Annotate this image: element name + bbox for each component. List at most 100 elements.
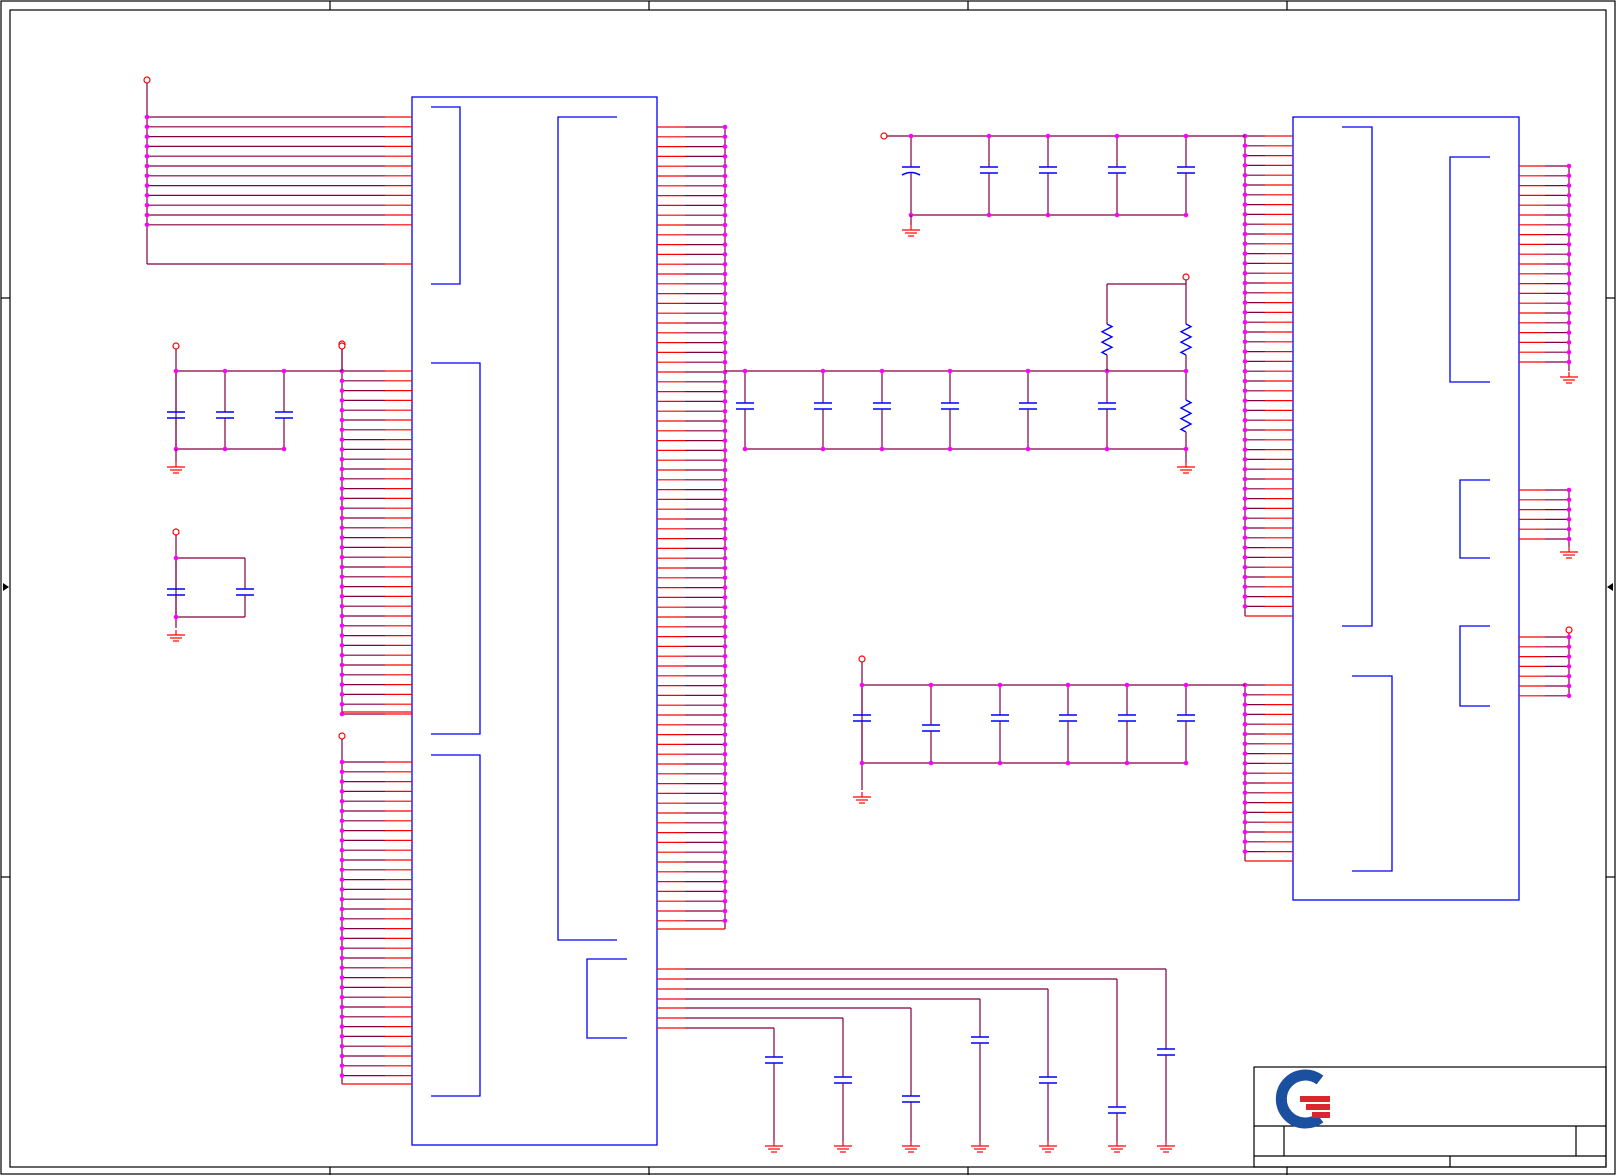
junction-dot bbox=[1025, 368, 1031, 374]
junction-dot bbox=[339, 975, 345, 980]
capacitor bbox=[1059, 714, 1077, 722]
junction-dot bbox=[722, 506, 728, 512]
junction-dot bbox=[722, 732, 728, 737]
junction-dot bbox=[1566, 340, 1572, 345]
junction-dot bbox=[722, 261, 728, 267]
junction-dot bbox=[339, 1073, 345, 1078]
junction-dot bbox=[722, 222, 728, 228]
junction-dot bbox=[1242, 555, 1248, 560]
junction-dot bbox=[722, 408, 728, 414]
junction-dot bbox=[1566, 232, 1572, 237]
junction-dot bbox=[339, 574, 345, 580]
capacitor bbox=[902, 1095, 920, 1103]
junction-dot bbox=[1566, 693, 1572, 699]
junction-dot bbox=[1183, 212, 1189, 218]
junction-dot bbox=[722, 722, 728, 728]
junction-dot bbox=[339, 759, 345, 765]
junction-dot bbox=[722, 702, 728, 708]
power-port-symbol bbox=[858, 655, 866, 663]
junction-dot bbox=[1242, 212, 1248, 217]
junction-dot bbox=[339, 564, 345, 570]
junction-dot bbox=[1242, 574, 1248, 580]
junction-dot bbox=[722, 800, 728, 806]
junction-dot bbox=[986, 133, 992, 139]
junction-dot bbox=[1242, 231, 1248, 237]
capacitor bbox=[736, 402, 754, 410]
junction-dot bbox=[722, 604, 728, 610]
junction-dot bbox=[722, 477, 728, 483]
junction-dot bbox=[742, 368, 748, 374]
junction-dot bbox=[144, 183, 150, 188]
junction-dot bbox=[339, 466, 345, 472]
junction-dot bbox=[879, 368, 885, 374]
junction-dot bbox=[339, 1004, 345, 1010]
junction-dot bbox=[339, 828, 345, 833]
junction-dot bbox=[339, 936, 345, 941]
junction-dot bbox=[722, 683, 728, 688]
junction-dot bbox=[722, 771, 728, 777]
junction-dot bbox=[1566, 330, 1572, 335]
junction-dot bbox=[1242, 515, 1248, 521]
junction-dot bbox=[722, 555, 728, 561]
junction-dot bbox=[339, 456, 345, 462]
junction-dot bbox=[1242, 800, 1248, 805]
junction-dot bbox=[722, 830, 728, 835]
junction-dot bbox=[144, 153, 150, 159]
junction-dot bbox=[1242, 280, 1248, 286]
junction-dot bbox=[1242, 241, 1248, 247]
junction-dot bbox=[1045, 133, 1051, 139]
junction-dot bbox=[339, 955, 345, 961]
capacitor bbox=[1118, 714, 1136, 722]
junction-dot bbox=[1566, 242, 1572, 247]
junction-dot bbox=[722, 673, 728, 679]
junction-dot bbox=[1242, 780, 1248, 786]
junction-dot bbox=[722, 457, 728, 463]
junction-dot bbox=[722, 183, 728, 189]
junction-dot bbox=[339, 407, 345, 413]
junction-dot bbox=[722, 869, 728, 875]
junction-dot bbox=[722, 526, 728, 532]
junction-dot bbox=[1242, 839, 1248, 845]
junction-dot bbox=[1242, 368, 1248, 374]
schematic-sheet bbox=[0, 0, 1616, 1175]
resistor bbox=[1179, 323, 1193, 356]
power-port-symbol bbox=[880, 132, 888, 140]
junction-dot bbox=[339, 633, 345, 638]
junction-dot bbox=[997, 682, 1003, 688]
junction-dot bbox=[1242, 339, 1248, 345]
junction-dot bbox=[1242, 525, 1248, 531]
junction-dot bbox=[722, 389, 728, 394]
junction-dot bbox=[1566, 222, 1572, 228]
junction-dot bbox=[339, 1034, 345, 1039]
junction-dot bbox=[1183, 682, 1189, 688]
junction-dot bbox=[1242, 721, 1248, 727]
junction-dot bbox=[1242, 437, 1248, 443]
junction-dot bbox=[173, 555, 179, 561]
junction-dot bbox=[1566, 271, 1572, 277]
junction-dot bbox=[1242, 329, 1248, 335]
junction-dot bbox=[1566, 654, 1572, 659]
junction-dot bbox=[722, 212, 728, 218]
junction-dot bbox=[1025, 446, 1031, 452]
junction-dot bbox=[722, 781, 728, 786]
capacitor bbox=[1039, 1076, 1057, 1084]
junction-dot bbox=[722, 330, 728, 336]
junction-dot bbox=[339, 486, 345, 491]
junction-dot bbox=[339, 779, 345, 784]
junction-dot bbox=[1242, 251, 1248, 256]
junction-dot bbox=[820, 446, 826, 452]
power-port-symbol bbox=[338, 732, 346, 740]
junction-dot bbox=[339, 906, 345, 912]
junction-dot bbox=[722, 849, 728, 855]
junction-dot bbox=[722, 173, 728, 179]
junction-dot bbox=[722, 369, 728, 375]
junction-dot bbox=[722, 653, 728, 659]
junction-dot bbox=[1124, 760, 1130, 766]
junction-dot bbox=[1566, 497, 1572, 503]
junction-dot bbox=[722, 320, 728, 326]
junction-dot bbox=[722, 438, 728, 443]
junction-dot bbox=[281, 446, 287, 452]
junction-dot bbox=[1566, 300, 1572, 306]
junction-dot bbox=[339, 525, 345, 531]
junction-dot bbox=[722, 193, 728, 198]
